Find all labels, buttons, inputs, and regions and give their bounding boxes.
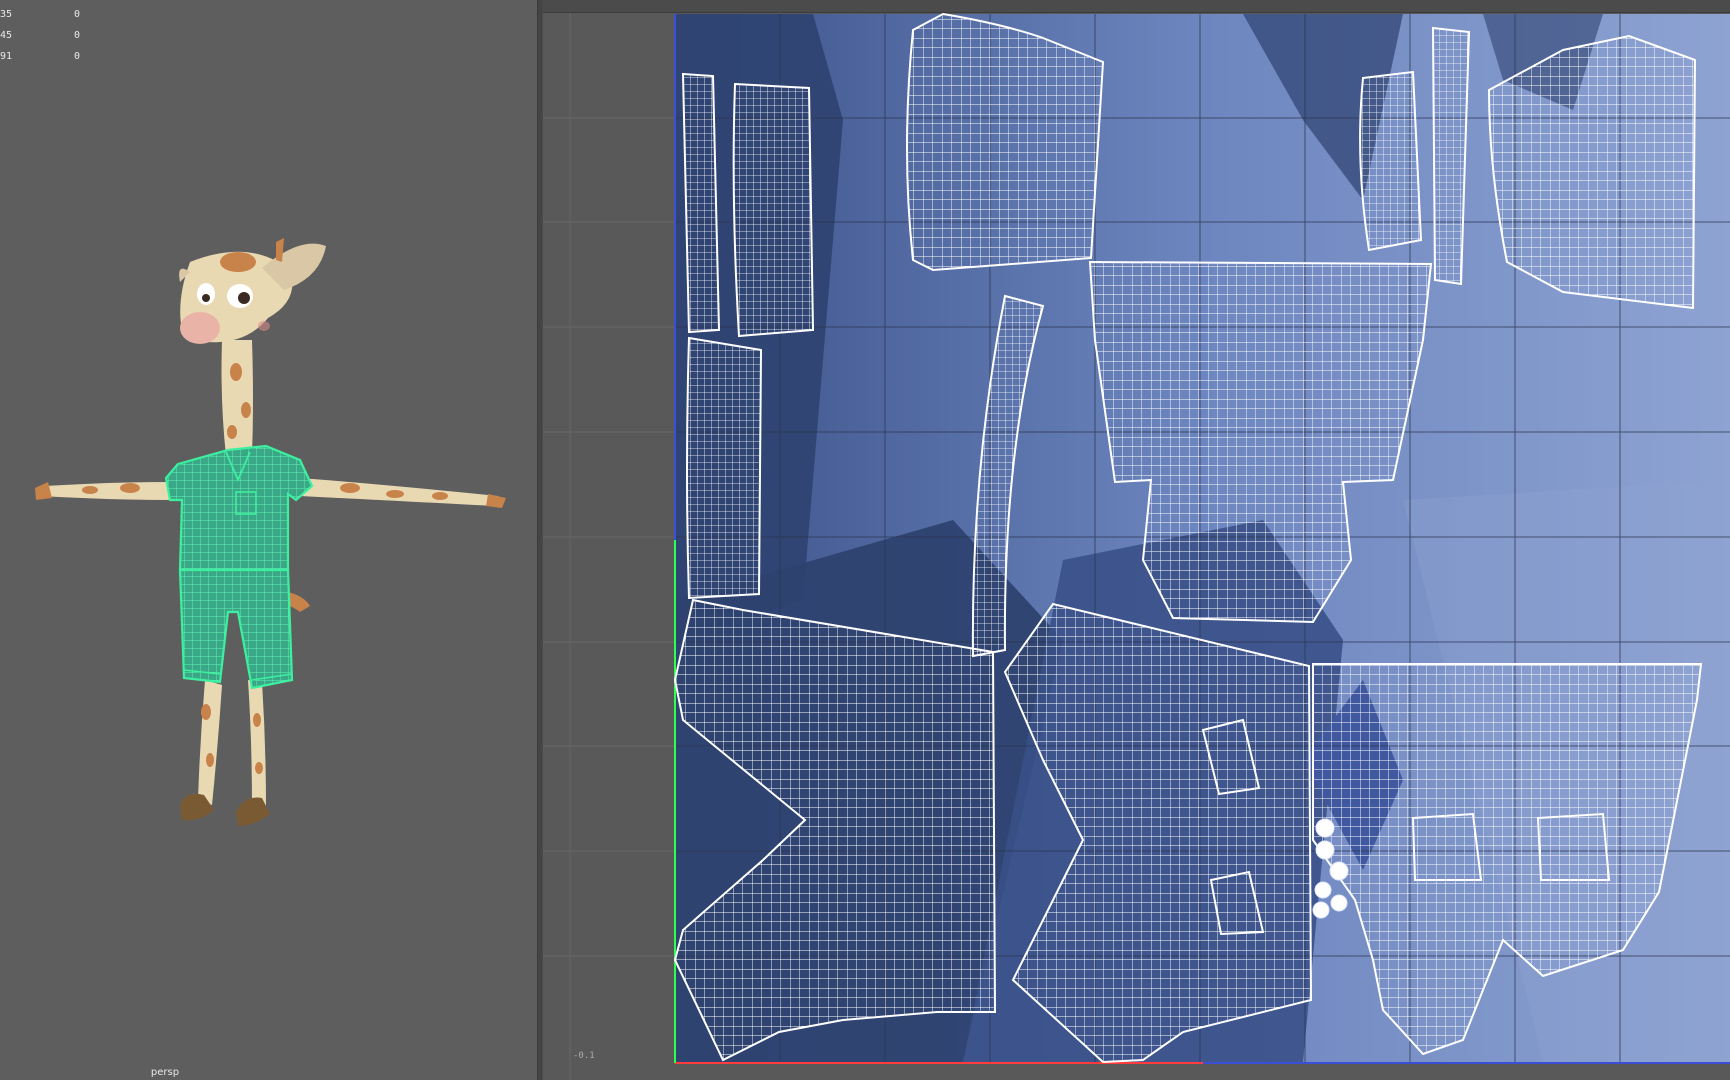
- giraffe-head: [179, 238, 326, 344]
- shorts-mesh[interactable]: [178, 568, 294, 690]
- shirt-mesh[interactable]: [164, 444, 314, 572]
- uv-shell-strip-1: [681, 72, 721, 334]
- camera-label: persp: [150, 1067, 180, 1078]
- uv-editor-viewport[interactable]: -0.1: [543, 0, 1730, 1080]
- uv-shell-strip-3: [686, 336, 763, 600]
- uv-outer-grid: [543, 13, 675, 1080]
- giraffe-model[interactable]: [0, 0, 537, 1080]
- uv-shell-sleeve-right: [1487, 34, 1697, 310]
- uv-shell-pocket-small: [1359, 70, 1423, 252]
- uv-shell-sleeve-left: [906, 12, 1105, 272]
- perspective-viewport[interactable]: 35 0 45 0 91 0 persp: [0, 0, 537, 1080]
- giraffe-legs: [180, 680, 270, 826]
- giraffe-neck: [221, 340, 253, 456]
- uv-shell-strip-2: [732, 82, 815, 338]
- uv-canvas[interactable]: -0.1: [543, 0, 1730, 1080]
- uv-axis-tick-label: -0.1: [573, 1051, 595, 1061]
